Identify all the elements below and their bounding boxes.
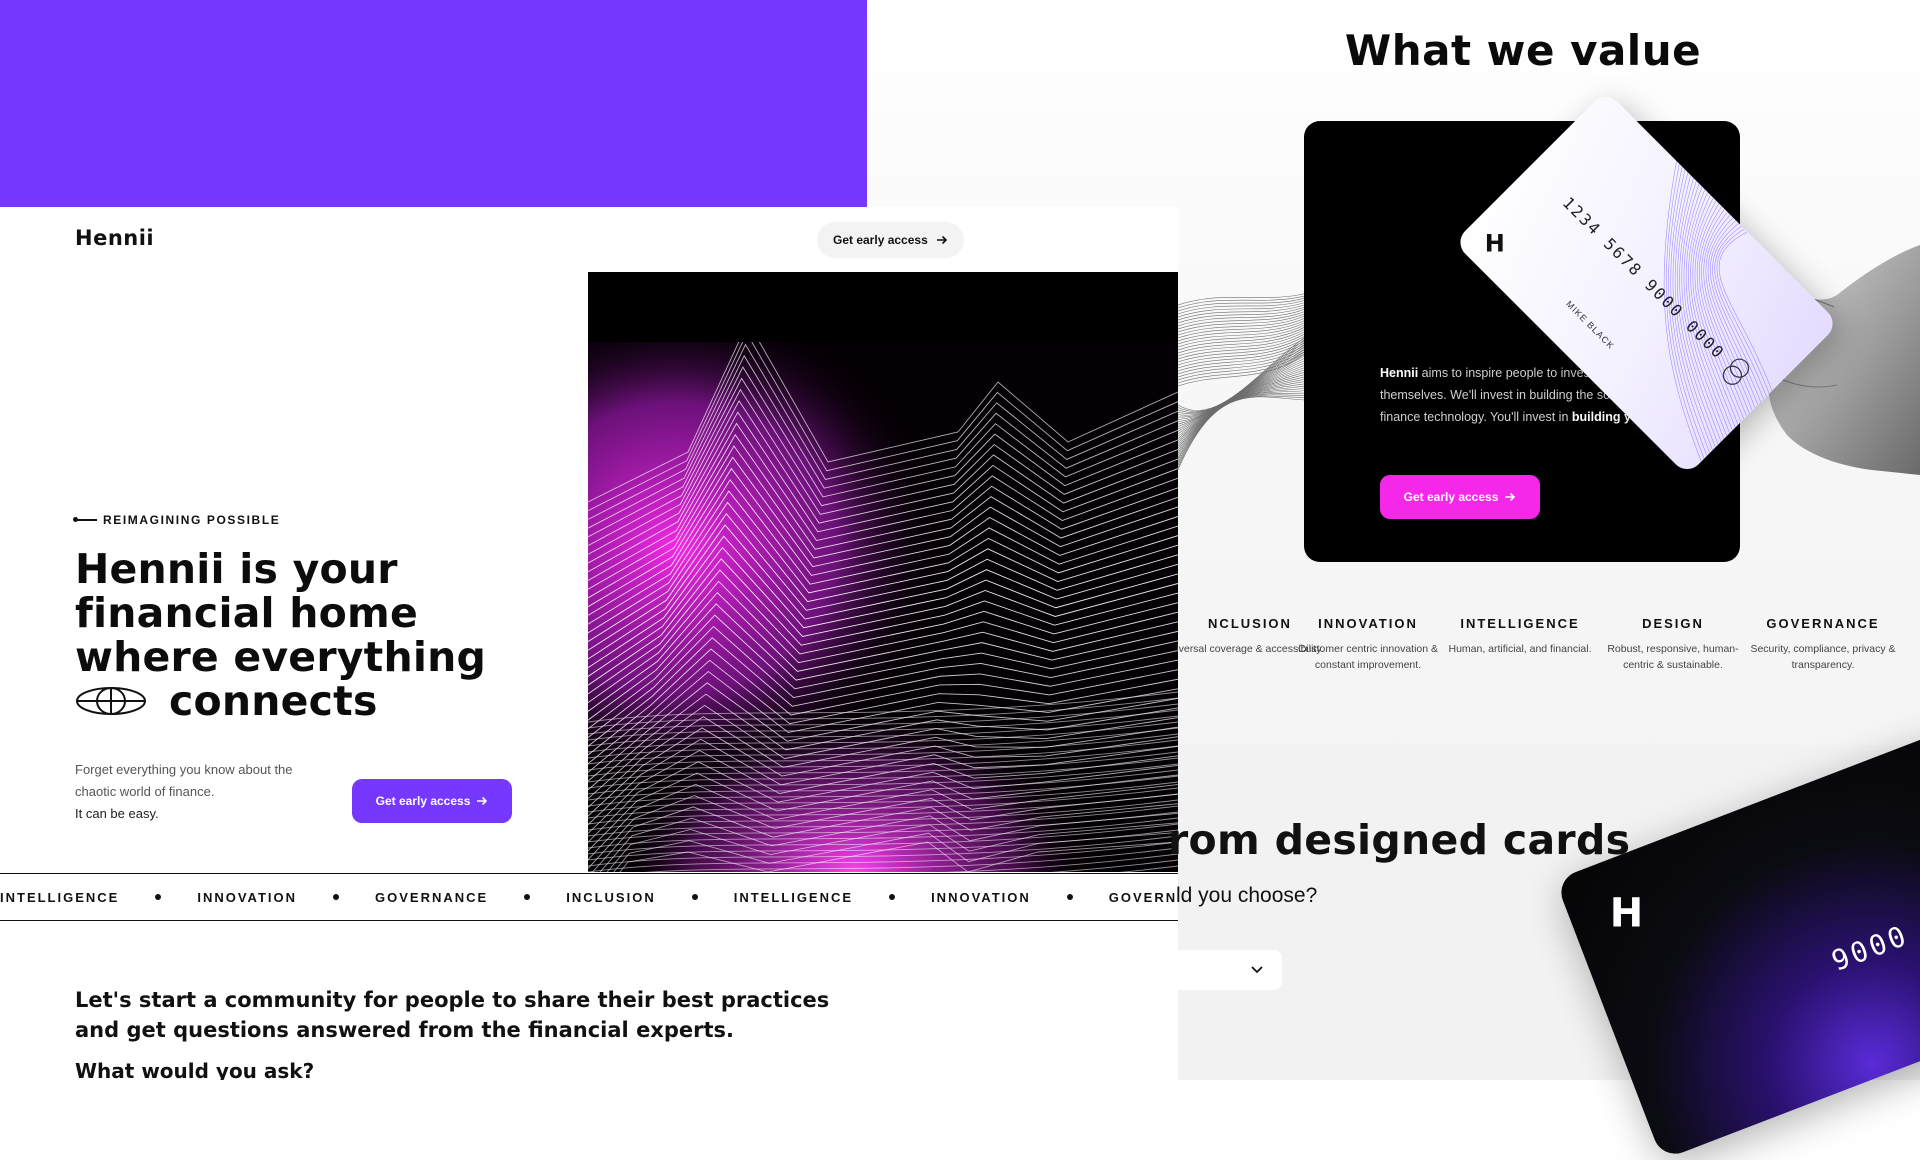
value-item-title: INTELLIGENCE: [1460, 616, 1580, 631]
hero-kicker: REIMAGINING POSSIBLE: [73, 513, 281, 527]
card-select-dropdown[interactable]: [1178, 950, 1282, 990]
marquee-dot-icon: [691, 894, 698, 900]
kicker-line-icon: [73, 517, 97, 522]
value-item: DESIGN Robust, responsive, human-centric …: [1598, 616, 1748, 673]
marquee-track: INTELLIGENCE INNOVATION GOVERNANCE INCLUSIO…: [0, 890, 1178, 905]
marquee-dot-icon: [889, 894, 896, 900]
arrow-right-icon: [936, 235, 947, 245]
purple-banner: [0, 0, 867, 207]
value-item-description: Customer centric innovation & constant i…: [1297, 643, 1439, 671]
marquee-dot-icon: [155, 894, 162, 900]
hero-subtitle-line-1: Forget everything you know about the cha…: [75, 762, 293, 799]
kicker-text: REIMAGINING POSSIBLE: [103, 513, 281, 527]
values-marquee: INTELLIGENCE INNOVATION GOVERNANCE INCLUSIO…: [0, 873, 1178, 921]
brand-logo[interactable]: Hennii: [75, 226, 154, 250]
nav-cta-label: Get early access: [833, 233, 928, 247]
chevron-down-icon: [1251, 966, 1263, 974]
black-card-number: 9000: [1827, 918, 1914, 978]
marquee-item: INCLUSION: [566, 889, 656, 905]
value-item: GOVERNANCE Security, compliance, privacy …: [1748, 616, 1898, 673]
marquee-dot-icon: [1066, 894, 1073, 900]
hero-mountain-artwork: [588, 272, 1178, 872]
black-card-logo-letter: H: [1609, 890, 1644, 937]
nav-get-early-access-button[interactable]: Get early access: [817, 222, 964, 258]
community-question: What would you ask?: [75, 1059, 315, 1080]
brand-name: Hennii: [1380, 366, 1419, 380]
cards-section-title: rom designed cards: [1168, 816, 1631, 864]
marquee-dot-icon: [524, 894, 531, 900]
marquee-item: GOVERNANCE: [375, 889, 489, 905]
hero-title-line-2: financial home: [75, 589, 418, 637]
value-item: INNOVATION Customer centric innovation & …: [1293, 616, 1443, 673]
marquee-item: INTELLIGENCE: [0, 889, 120, 905]
values-title: What we value: [1344, 26, 1702, 75]
marquee-item: INTELLIGENCE: [733, 889, 854, 905]
hero-title-line-4-wrap: connects: [75, 679, 555, 723]
marquee-dot-icon: [333, 894, 340, 900]
marquee-item: INNOVATION: [197, 889, 298, 905]
card-logo: H: [1484, 229, 1505, 258]
value-item-description: Robust, responsive, human-centric & sust…: [1607, 643, 1739, 671]
value-item-description: Human, artificial, and financial.: [1448, 643, 1592, 655]
hero-subtitle-line-2: It can be easy.: [75, 806, 159, 821]
black-card-logo: H: [1610, 891, 1643, 937]
landing-page: Hennii Get early access REIMAGINING POSS…: [0, 207, 1178, 1080]
value-item-title: DESIGN: [1642, 616, 1704, 631]
value-item: INTELLIGENCE Human, artificial, and finan…: [1445, 616, 1595, 657]
value-item-title: INNOVATION: [1318, 616, 1418, 631]
hero-cta-label: Get early access: [375, 794, 471, 808]
value-item-description: Security, compliance, privacy & transpar…: [1750, 643, 1896, 671]
marquee-item: INNOVATION: [931, 889, 1031, 905]
hero-title-line-1: Hennii is your: [75, 545, 398, 593]
value-item-title: GOVERNANCE: [1766, 616, 1880, 631]
cards-section-subtitle: ld you choose?: [1176, 884, 1318, 907]
hero-title-line-3: where everything: [75, 633, 487, 681]
hero-title: Hennii is your financial home where ever…: [75, 547, 555, 723]
globe-icon: [76, 687, 146, 715]
community-text: Let's start a community for people to sh…: [75, 988, 830, 1042]
marquee-item: GOVERNANCE: [1108, 889, 1178, 905]
hero-subtitle: Forget everything you know about the cha…: [75, 759, 315, 825]
values-list: NCLUSION iversal coverage & accessibility…: [1176, 616, 1920, 736]
hero-title-line-4: connects: [169, 677, 378, 725]
arrow-right-icon: [477, 796, 488, 806]
promo-get-early-access-button[interactable]: Get early access: [1380, 475, 1540, 519]
arrow-right-icon: [1505, 492, 1516, 502]
promo-cta-label: Get early access: [1403, 490, 1499, 504]
hero-get-early-access-button[interactable]: Get early access: [352, 779, 512, 823]
